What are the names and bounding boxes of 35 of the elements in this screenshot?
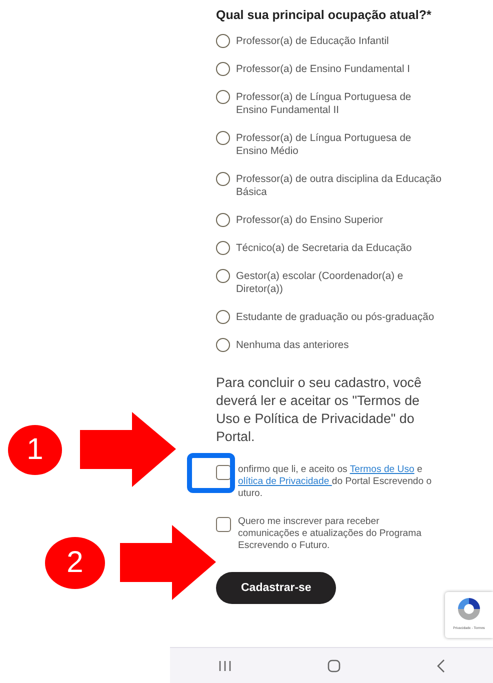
radio-circle[interactable]	[216, 241, 230, 255]
radio-option[interactable]: Estudante de graduação ou pós-graduação	[216, 310, 445, 324]
radio-option[interactable]: Gestor(a) escolar (Coordenador(a) e Diretor(a))	[216, 269, 445, 296]
radio-circle[interactable]	[216, 338, 230, 352]
radio-option[interactable]: Professor(a) de Educação Infantil	[216, 34, 445, 48]
radio-circle[interactable]	[216, 131, 230, 145]
submit-button[interactable]: Cadastrar-se	[216, 572, 336, 604]
step-number: 1	[8, 425, 62, 475]
step-number: 2	[45, 537, 105, 589]
recaptcha-icon	[456, 596, 482, 622]
recent-apps-icon[interactable]	[218, 660, 232, 672]
radio-circle[interactable]	[216, 310, 230, 324]
radio-circle[interactable]	[216, 269, 230, 283]
radio-option[interactable]: Professor(a) de Ensino Fundamental I	[216, 62, 445, 76]
checkbox-label: onfirmo que li, e aceito os Termos de Uso e olítica de Privacidade do Portal Escrevendo o uturo.	[238, 464, 432, 500]
home-icon[interactable]	[326, 658, 340, 672]
back-icon[interactable]	[436, 658, 446, 672]
radio-circle[interactable]	[216, 90, 230, 104]
radio-option[interactable]: Técnico(a) de Secretaria da Educação	[216, 241, 445, 255]
checkbox-label: Quero me inscrever para receber comunicações e atualizações do Programa Escrevendo o Futuro.	[238, 516, 422, 552]
terms-intro: Para concluir o seu cadastro, você deverá ler e aceitar os "Termos de Uso e Política de Privacidade" do Portal.	[216, 374, 422, 446]
radio-circle[interactable]	[216, 62, 230, 76]
question-title: Qual sua principal ocupação atual?*	[216, 8, 432, 22]
radio-circle[interactable]	[216, 172, 230, 186]
radio-circle[interactable]	[216, 213, 230, 227]
radio-option[interactable]: Professor(a) de Língua Portuguesa de Ensino Médio	[216, 131, 445, 158]
checkbox[interactable]	[216, 465, 231, 480]
terms-link[interactable]: Termos de Uso	[350, 464, 414, 475]
radio-option[interactable]: Professor(a) de Língua Portuguesa de Ensino Fundamental II	[216, 90, 445, 117]
radio-option[interactable]: Professor(a) de outra disciplina da Educação Básica	[216, 172, 445, 199]
radio-circle[interactable]	[216, 34, 230, 48]
checkbox[interactable]	[216, 517, 231, 532]
radio-option[interactable]: Nenhuma das anteriores	[216, 338, 445, 352]
terms-link[interactable]: olítica de Privacidade	[238, 476, 332, 487]
radio-option[interactable]: Professor(a) do Ensino Superior	[216, 213, 445, 227]
